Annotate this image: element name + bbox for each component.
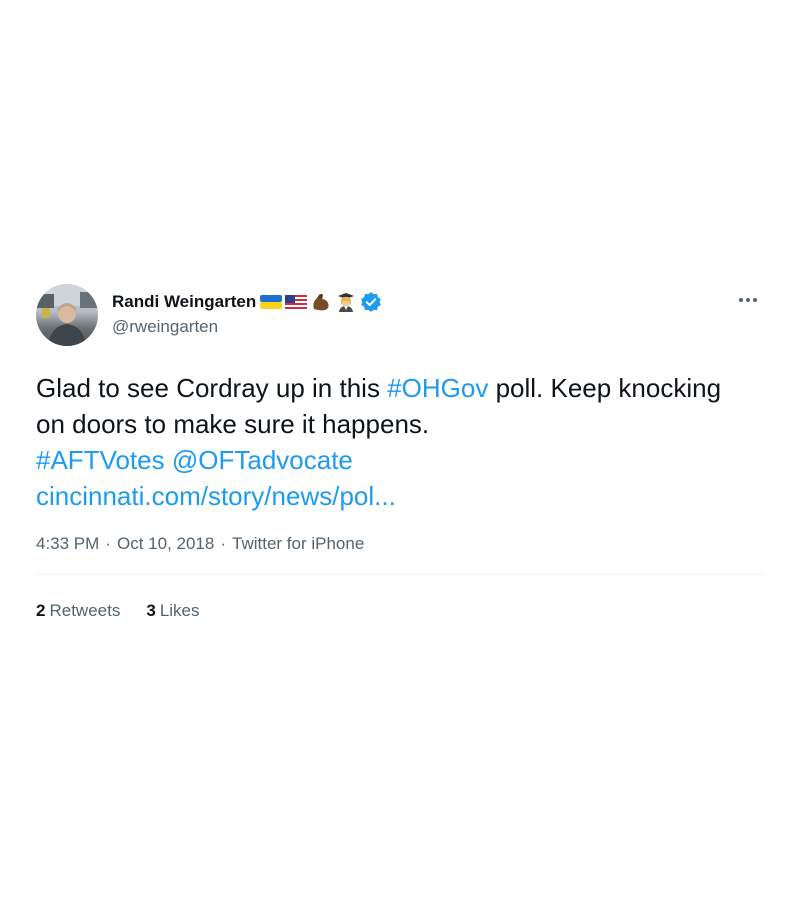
mention-link[interactable]: @OFTadvocate [172,445,353,475]
meta-separator: · [105,534,111,553]
tweet-stats: 2 Retweets 3 Likes [36,601,764,621]
likes-count: 3 [146,601,156,620]
tweet-text-part: Glad to see Cordray up in this [36,373,388,403]
hashtag-link[interactable]: #OHGov [387,373,488,403]
divider [36,574,764,575]
tweet-date[interactable]: Oct 10, 2018 [117,534,214,554]
teacher-icon [338,293,355,312]
more-options-button[interactable] [736,288,760,312]
more-icon [739,298,757,302]
tweet-meta: 4:33 PM · Oct 10, 2018 · Twitter for iPh… [36,534,764,554]
tweet-text: Glad to see Cordray up in this #OHGov po… [36,370,736,514]
likes-label: Likes [159,601,200,620]
verified-badge-icon [361,292,382,312]
user-handle[interactable]: @rweingarten [112,317,382,337]
hashtag-link[interactable]: #AFTVotes [36,445,165,475]
retweets-stat[interactable]: 2 Retweets [36,601,120,621]
flexed-biceps-icon [313,294,329,311]
tweet-card: Randi Weingarten @rweingarten Glad to se… [36,284,764,621]
tweet-time[interactable]: 4:33 PM [36,534,99,554]
retweets-label: Retweets [49,601,121,620]
tweet-source[interactable]: Twitter for iPhone [232,534,364,554]
name-row: Randi Weingarten [112,290,382,314]
url-link[interactable]: cincinnati.com/story/news/pol... [36,481,396,511]
meta-separator: · [220,534,226,553]
likes-stat[interactable]: 3 Likes [146,601,199,621]
us-flag-icon [285,295,308,309]
tweet-header: Randi Weingarten @rweingarten [36,284,764,348]
display-name[interactable]: Randi Weingarten [112,292,256,312]
avatar[interactable] [36,284,98,346]
retweets-count: 2 [36,601,46,620]
name-emoji-group [260,291,382,313]
user-names: Randi Weingarten @rweingarten [112,290,382,337]
ukraine-flag-icon [260,295,283,309]
